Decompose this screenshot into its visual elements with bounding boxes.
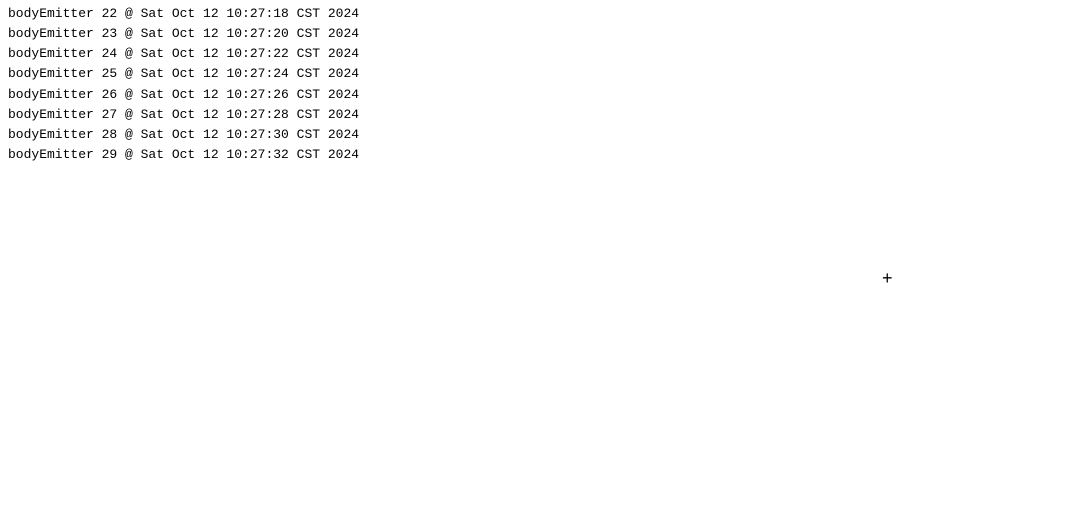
log-container: bodyEmitter 22 @ Sat Oct 12 10:27:18 CST… — [0, 0, 1079, 169]
log-line: bodyEmitter 23 @ Sat Oct 12 10:27:20 CST… — [8, 24, 1071, 44]
log-line: bodyEmitter 26 @ Sat Oct 12 10:27:26 CST… — [8, 85, 1071, 105]
log-line: bodyEmitter 27 @ Sat Oct 12 10:27:28 CST… — [8, 105, 1071, 125]
log-line: bodyEmitter 28 @ Sat Oct 12 10:27:30 CST… — [8, 125, 1071, 145]
log-line: bodyEmitter 25 @ Sat Oct 12 10:27:24 CST… — [8, 64, 1071, 84]
plus-icon[interactable]: + — [882, 268, 893, 289]
log-line: bodyEmitter 29 @ Sat Oct 12 10:27:32 CST… — [8, 145, 1071, 165]
log-line: bodyEmitter 24 @ Sat Oct 12 10:27:22 CST… — [8, 44, 1071, 64]
log-line: bodyEmitter 22 @ Sat Oct 12 10:27:18 CST… — [8, 4, 1071, 24]
